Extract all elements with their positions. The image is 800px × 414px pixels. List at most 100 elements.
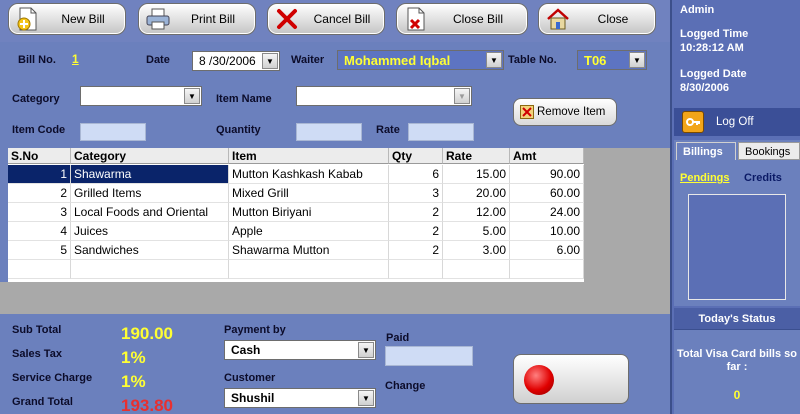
table-row[interactable]: 4 Juices Apple 2 5.00 10.00: [8, 222, 584, 241]
customer-select[interactable]: Shushil ▼: [224, 388, 376, 408]
quantity-label: Quantity: [216, 124, 261, 136]
credits-link[interactable]: Credits: [744, 172, 782, 184]
remove-item-button[interactable]: Remove Item: [513, 98, 617, 126]
log-off-label: Log Off: [716, 116, 754, 128]
cell-rate: 15.00: [443, 165, 510, 184]
item-code-label: Item Code: [12, 124, 66, 136]
grand-total-value: 193.80: [121, 396, 173, 414]
cell-item: Mutton Biriyani: [229, 203, 389, 222]
table-row-empty[interactable]: [8, 260, 584, 279]
new-bill-label: New Bill: [61, 12, 105, 26]
cell-amt: 6.00: [510, 241, 584, 260]
customer-value: Shushil: [231, 391, 275, 405]
chevron-down-icon[interactable]: ▼: [184, 88, 200, 104]
quantity-input[interactable]: [296, 123, 362, 141]
date-value: 8 /30/2006: [199, 54, 256, 68]
cell-rate: 3.00: [443, 241, 510, 260]
column-header-rate[interactable]: Rate: [443, 148, 510, 164]
grand-total-label: Grand Total: [12, 396, 73, 408]
print-bill-button[interactable]: Print Bill: [138, 3, 256, 35]
payment-by-value: Cash: [231, 343, 261, 357]
sub-total-value: 190.00: [121, 324, 173, 343]
red-light-icon: [524, 365, 554, 395]
cell-empty: [8, 260, 71, 279]
cell-sno: 5: [8, 241, 71, 260]
remove-item-label: Remove Item: [537, 106, 606, 118]
grid-empty-area: [584, 148, 670, 282]
home-icon: [545, 6, 571, 32]
chevron-down-icon[interactable]: ▼: [486, 52, 502, 68]
cell-qty: 3: [389, 184, 443, 203]
grid-footer-area: [0, 282, 670, 314]
pendings-link[interactable]: Pendings: [680, 172, 730, 184]
logged-time-label: Logged Time: [680, 28, 749, 40]
chevron-down-icon[interactable]: ▼: [358, 342, 374, 358]
pending-bills-list[interactable]: [688, 194, 786, 300]
waiter-value: Mohammed Iqbal: [344, 52, 451, 68]
payment-by-select[interactable]: Cash ▼: [224, 340, 376, 360]
waiter-label: Waiter: [291, 54, 325, 66]
cancel-bill-button[interactable]: Cancel Bill: [267, 3, 385, 35]
item-code-input[interactable]: [80, 123, 146, 141]
logged-date-label: Logged Date: [680, 68, 747, 80]
chevron-down-icon[interactable]: ▼: [358, 390, 374, 406]
close-bill-label: Close Bill: [452, 12, 503, 26]
todays-status-title: Today's Status: [674, 308, 800, 330]
rate-input[interactable]: [408, 123, 474, 141]
cell-sno: 3: [8, 203, 71, 222]
table-no-select[interactable]: T06 ▼: [577, 50, 647, 70]
waiter-select[interactable]: Mohammed Iqbal ▼: [337, 50, 504, 70]
logged-date-value: 8/30/2006: [680, 82, 729, 94]
cell-amt: 90.00: [510, 165, 584, 184]
cell-rate: 5.00: [443, 222, 510, 241]
sub-total-label: Sub Total: [12, 324, 62, 336]
cell-empty: [389, 260, 443, 279]
bill-items-grid: S.No Category Item Qty Rate Amt 1 Shawar…: [8, 148, 670, 282]
log-off-button[interactable]: Log Off: [674, 108, 800, 136]
cell-qty: 2: [389, 241, 443, 260]
bill-form: Bill No. 1 Date 8 /30/2006 ▼ Waiter Moha…: [0, 42, 670, 148]
tab-billings[interactable]: Billings: [676, 142, 736, 160]
column-header-amt[interactable]: Amt: [510, 148, 584, 164]
cell-amt: 24.00: [510, 203, 584, 222]
table-row[interactable]: 3 Local Foods and Oriental Mutton Biriya…: [8, 203, 584, 222]
column-header-sno[interactable]: S.No: [8, 148, 71, 164]
table-row[interactable]: 2 Grilled Items Mixed Grill 3 20.00 60.0…: [8, 184, 584, 203]
print-bill-label: Print Bill: [190, 12, 235, 26]
sidebar: Admin Logged Time 10:28:12 AM Logged Dat…: [670, 0, 800, 414]
rate-label: Rate: [376, 124, 400, 136]
chevron-down-icon[interactable]: ▼: [262, 53, 278, 69]
chevron-down-icon[interactable]: ▼: [454, 88, 470, 104]
cell-category: Grilled Items: [71, 184, 229, 203]
category-select[interactable]: ▼: [80, 86, 202, 106]
tab-bookings[interactable]: Bookings: [738, 142, 800, 160]
close-button[interactable]: Close: [538, 3, 656, 35]
billing-tabs-panel: Billings Bookings Pendings Credits: [674, 140, 800, 306]
chevron-down-icon[interactable]: ▼: [629, 52, 645, 68]
bill-no-label: Bill No.: [18, 54, 56, 66]
table-row[interactable]: 1 Shawarma Mutton Kashkash Kabab 6 15.00…: [8, 165, 584, 184]
date-label: Date: [146, 54, 170, 66]
cell-item: Shawarma Mutton: [229, 241, 389, 260]
close-bill-button[interactable]: Close Bill: [396, 3, 528, 35]
column-header-qty[interactable]: Qty: [389, 148, 443, 164]
new-bill-button[interactable]: New Bill: [8, 3, 126, 35]
key-icon: [682, 111, 704, 133]
cell-rate: 12.00: [443, 203, 510, 222]
table-no-value: T06: [584, 52, 607, 68]
item-name-select[interactable]: ▼: [296, 86, 472, 106]
date-picker[interactable]: 8 /30/2006 ▼: [192, 51, 280, 71]
close-document-icon: [403, 6, 429, 32]
status-indicator-button[interactable]: [513, 354, 629, 404]
cell-category: Sandwiches: [71, 241, 229, 260]
column-header-category[interactable]: Category: [71, 148, 229, 164]
cell-amt: 60.00: [510, 184, 584, 203]
table-row[interactable]: 5 Sandwiches Shawarma Mutton 2 3.00 6.00: [8, 241, 584, 260]
remove-icon: [520, 105, 534, 119]
column-header-item[interactable]: Item: [229, 148, 389, 164]
toolbar: New Bill Print Bill Cancel Bill Close Bi…: [0, 0, 670, 42]
paid-input[interactable]: [385, 346, 473, 366]
service-charge-label: Service Charge: [12, 372, 93, 384]
close-label: Close: [597, 12, 629, 26]
cell-qty: 2: [389, 203, 443, 222]
